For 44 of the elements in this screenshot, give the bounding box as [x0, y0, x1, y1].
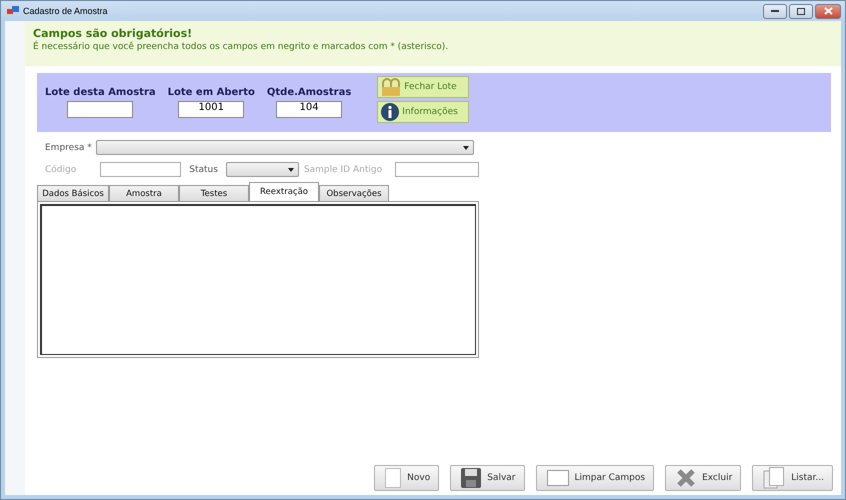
- action-button[interactable]: Listar...: [752, 465, 833, 491]
- field-label: Lote desta Amostra: [45, 87, 156, 98]
- app-icon: [7, 6, 19, 16]
- x-icon: [676, 468, 696, 488]
- caret-icon: [462, 146, 469, 150]
- field-label: Lote em Aberto: [168, 87, 255, 98]
- field-label: Status: [189, 164, 218, 174]
- action-button[interactable]: Novo: [374, 465, 440, 491]
- notice-text: É necessário que você preencha todos os campos em negrito e marcados com * (asterisco).: [33, 42, 450, 52]
- window-title: Cadastro de Amostra: [23, 6, 108, 16]
- input-field[interactable]: [100, 162, 182, 177]
- tab[interactable]: Dados Básicos: [37, 185, 109, 201]
- minimize-button[interactable]: [763, 4, 787, 18]
- minimize-icon: [771, 10, 779, 12]
- tab[interactable]: Testes: [179, 185, 249, 201]
- maximize-button[interactable]: [789, 4, 813, 18]
- tab[interactable]: Reextração: [249, 182, 319, 201]
- input-field[interactable]: 104: [276, 101, 342, 118]
- maximize-icon: [797, 8, 805, 14]
- action-button[interactable]: Salvar: [450, 465, 525, 491]
- close-icon: [824, 7, 832, 15]
- padlock-icon: [380, 77, 402, 97]
- info-button[interactable]: Informações: [377, 101, 470, 123]
- company-dropdown[interactable]: [96, 140, 474, 155]
- input-field[interactable]: [395, 162, 480, 177]
- blank-rectangle-icon: [546, 470, 569, 486]
- info-icon: [380, 102, 400, 122]
- pages-icon: [763, 467, 786, 489]
- caret-icon: [288, 168, 294, 172]
- action-button[interactable]: Excluir: [665, 465, 742, 491]
- field-label: Código: [45, 164, 76, 174]
- field-label: Sample ID Antigo: [304, 164, 382, 174]
- action-button[interactable]: Limpar Campos: [536, 465, 654, 491]
- input-field[interactable]: [67, 101, 134, 118]
- field-label: Qtde.Amostras: [266, 87, 352, 98]
- input-field[interactable]: 1001: [178, 101, 244, 118]
- blank-page-icon: [385, 468, 402, 488]
- tab[interactable]: Observações: [319, 185, 389, 201]
- status-dropdown[interactable]: [226, 162, 299, 177]
- field-label: Empresa *: [45, 142, 92, 152]
- close-button[interactable]: [815, 4, 841, 18]
- close-lot-button[interactable]: Fechar Lote: [377, 76, 470, 98]
- tab[interactable]: Amostra: [109, 185, 179, 201]
- notice-title: Campos são obrigatórios!: [33, 27, 194, 40]
